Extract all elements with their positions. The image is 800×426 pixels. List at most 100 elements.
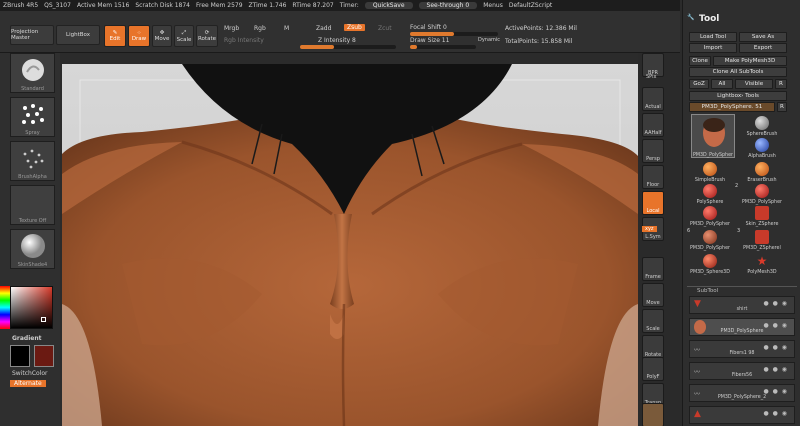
scale-view-button[interactable]: Scale [642, 309, 664, 333]
main-color-swatch[interactable] [10, 345, 30, 367]
default-zscript[interactable]: DefaultZScript [509, 2, 552, 9]
frame-button[interactable]: Frame [642, 257, 664, 281]
material-selector[interactable]: SkinShade4 [10, 229, 55, 269]
tool-item-eraserbrush[interactable]: EraserBrush [741, 162, 783, 183]
spix-slider[interactable]: SPix [646, 74, 656, 80]
move-view-button[interactable]: Move [642, 283, 664, 307]
tool-item-skin-zsphere[interactable]: Skin_ZSphere [741, 206, 783, 227]
z-intensity-slider[interactable] [300, 45, 396, 49]
gradient-toggle[interactable]: Gradient [12, 335, 42, 342]
import-button[interactable]: Import [689, 43, 737, 53]
tool-item-pm3d-polysphere-c[interactable]: PM3D_PolySpher [689, 230, 731, 251]
canvas-viewport[interactable] [62, 64, 638, 426]
tool-item-polymesh3d[interactable]: ★ PolyMesh3D [741, 254, 783, 275]
texture-selector[interactable]: Texture Off [10, 185, 55, 225]
subtool-row-selected[interactable]: ● ● ◉ PM3D_PolySphere [689, 318, 795, 336]
visibility-toggle[interactable]: ● ● ◉ [763, 366, 788, 373]
subtool-row[interactable]: ▲ ● ● ◉ [689, 406, 795, 424]
see-through-label: See-through [426, 2, 464, 9]
edit-button[interactable]: ✎ Edit [104, 25, 126, 47]
subtool-row[interactable]: ▼ ● ● ◉ shirt [689, 296, 795, 314]
tool-item-pm3d-polysphere-a[interactable]: PM3D_PolySpher [741, 184, 783, 205]
subtool-header[interactable]: SubTool [687, 286, 797, 294]
dynamic-toggle[interactable]: Dynamic [478, 37, 500, 43]
tool-wrench-icon: 🔧 [687, 14, 695, 21]
draw-button[interactable]: ⁘ Draw [128, 25, 150, 47]
tool-item-head[interactable]: PM3D_PolySpher [691, 114, 735, 158]
persp-button[interactable]: Persp [642, 139, 664, 163]
timer: Timer: [339, 2, 359, 9]
make-polymesh-button[interactable]: Make PolyMesh3D [713, 56, 787, 66]
actual-button[interactable]: Actual [642, 87, 664, 111]
tool-item-pm3d-polysphere-b[interactable]: PM3D_PolySpher [689, 206, 731, 227]
subtool-row[interactable]: 〰 ● ● ◉ PM3D_PolySphere_2 [689, 384, 795, 402]
subtool-row[interactable]: 〰 ● ● ◉ Fibers1 98 [689, 340, 795, 358]
tool-item-alphabrush[interactable]: AlphaBrush [741, 138, 783, 159]
zcut-button[interactable]: Zcut [378, 25, 392, 32]
polyf-button[interactable]: PolyF [642, 357, 664, 381]
switch-color-button[interactable]: SwitchColor [12, 370, 48, 377]
tool-item-pm3d-sphere3d[interactable]: PM3D_Sphere3D [689, 254, 731, 275]
clone-button[interactable]: Clone [689, 56, 711, 66]
current-tool-r-button[interactable]: R [777, 102, 787, 112]
rotate-button[interactable]: ⟳ Rotate [196, 25, 218, 47]
m-button[interactable]: M [284, 25, 289, 32]
load-tool-button[interactable]: Load Tool [689, 32, 737, 42]
tool-item-label: PM3D_PolySpher [692, 153, 734, 158]
see-through-slider[interactable]: See-through 0 [418, 2, 478, 9]
goz-button[interactable]: GoZ [689, 79, 709, 89]
tool-title: Tool [699, 14, 720, 24]
visible-button[interactable]: Visible [735, 79, 773, 89]
focal-shift-slider[interactable] [410, 32, 498, 36]
visibility-toggle[interactable]: ● ● ◉ [763, 322, 788, 329]
mrgb-button[interactable]: Mrgb [224, 25, 239, 32]
visibility-toggle[interactable]: ● ● ◉ [763, 344, 788, 351]
subtool-name: PM3D_PolySphere_2 [717, 395, 767, 400]
subtool-row[interactable]: 〰 ● ● ◉ Fibers56 [689, 362, 795, 380]
export-button[interactable]: Export [739, 43, 787, 53]
clone-all-subtools-button[interactable]: Clone All SubTools [689, 67, 787, 77]
zadd-button[interactable]: Zadd [316, 25, 331, 32]
visibility-toggle[interactable]: ● ● ◉ [763, 410, 788, 417]
polysphere-icon [703, 206, 717, 220]
move-button[interactable]: ✥ Move [152, 25, 172, 47]
tool-item-spherebrush[interactable]: SphereBrush [741, 116, 783, 137]
lightbox-tools-button[interactable]: Lightbox› Tools [689, 91, 787, 101]
simple-sphere-icon [703, 162, 717, 176]
lightbox-button[interactable]: LightBox [56, 25, 100, 45]
visibility-toggle[interactable]: ● ● ◉ [763, 300, 788, 307]
brush-selector[interactable]: Standard [10, 53, 55, 93]
lsym-label: L.Sym [645, 234, 661, 240]
alternate-button[interactable]: Alternate [10, 380, 46, 387]
rgb-button[interactable]: Rgb [254, 25, 266, 32]
r-button[interactable]: R [775, 79, 787, 89]
tool-item-simplebrush[interactable]: SimpleBrush [689, 162, 731, 183]
hue-strip[interactable] [0, 286, 10, 329]
zsub-button[interactable]: Zsub [344, 24, 365, 31]
color-picker[interactable] [10, 286, 53, 329]
scale-button[interactable]: ⤢ Scale [174, 25, 194, 47]
actual-label: Actual [645, 104, 661, 110]
floor-button[interactable]: Floor [642, 165, 664, 189]
secondary-color-swatch[interactable] [34, 345, 54, 367]
save-as-button[interactable]: Save As [739, 32, 787, 42]
alpha-selector[interactable]: BrushAlpha [10, 141, 55, 181]
draw-size-slider[interactable] [410, 45, 476, 49]
quicksave-button[interactable]: QuickSave [364, 2, 413, 9]
projection-master-button[interactable]: Projection Master [10, 25, 54, 45]
visibility-toggle[interactable]: ● ● ◉ [763, 388, 788, 395]
rgb-intensity-slider[interactable]: Rgb Intensity [224, 37, 264, 44]
ghost-button[interactable] [642, 403, 664, 426]
aahalf-button[interactable]: AAHalf [642, 113, 664, 137]
xyz-button[interactable]: xyz [642, 226, 657, 232]
local-button[interactable]: Local [642, 191, 664, 215]
current-tool-slider[interactable]: PM3D_PolySphere. 51 [689, 102, 775, 112]
tool-item-polysphere[interactable]: PolySphere [689, 184, 731, 205]
all-button[interactable]: All [711, 79, 733, 89]
rotate-view-button[interactable]: Rotate [642, 335, 664, 359]
focal-shift-label: Focal Shift 0 [410, 24, 447, 31]
tool-item-pm3d-zsphere[interactable]: PM3D_ZSpherel [741, 230, 783, 251]
stroke-selector[interactable]: Spray [10, 97, 55, 137]
menus-toggle[interactable]: Menus [483, 2, 503, 9]
color-picker-cursor[interactable] [41, 317, 46, 322]
